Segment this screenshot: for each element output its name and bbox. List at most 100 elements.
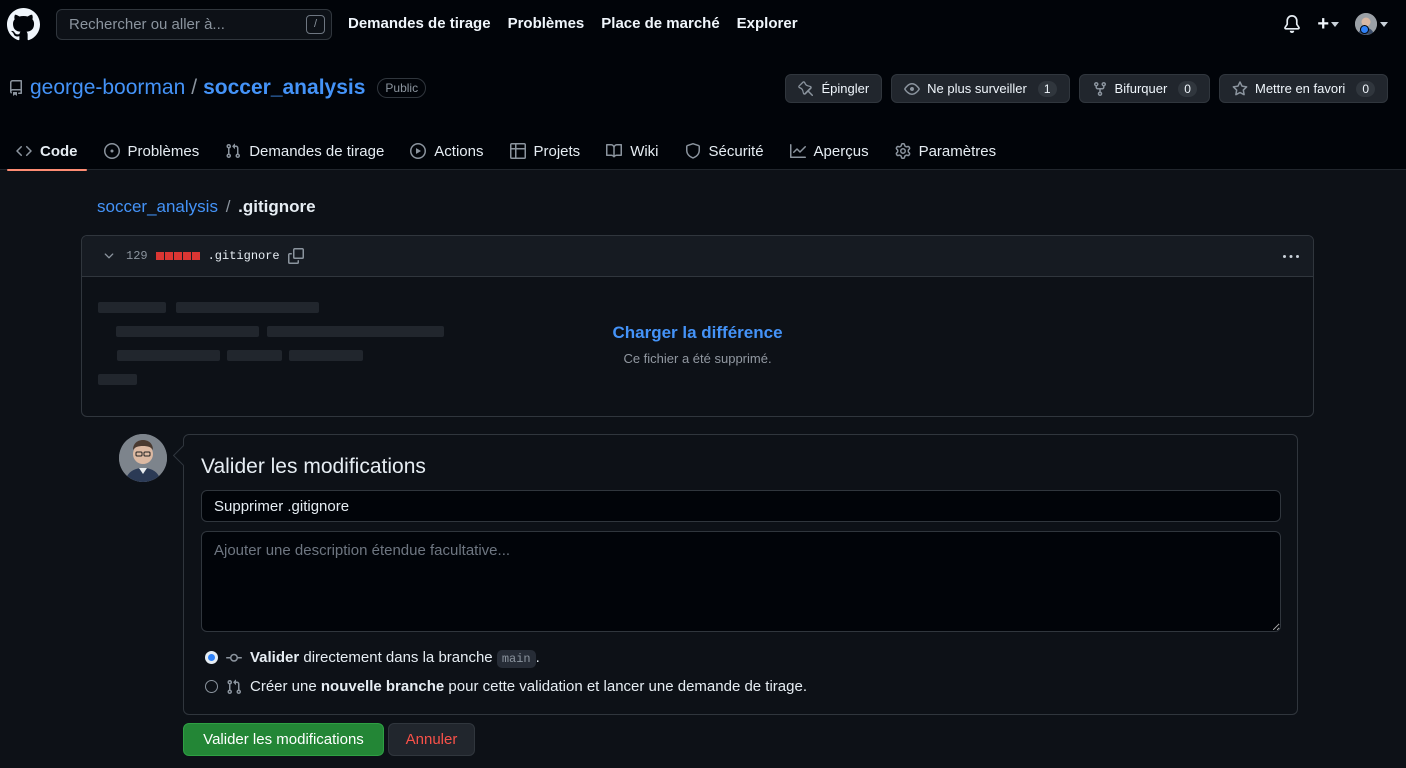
chevron-down-icon: [1380, 21, 1388, 27]
load-diff-link[interactable]: Charger la différence: [82, 323, 1313, 343]
global-header: Rechercher ou aller à... / Demandes de t…: [0, 0, 1406, 48]
diffstat-block: [155, 252, 164, 260]
cancel-button[interactable]: Annuler: [388, 723, 475, 756]
collapse-chevron-icon[interactable]: [102, 249, 116, 263]
commit-description-input[interactable]: [201, 531, 1281, 632]
kebab-horizontal-icon[interactable]: [1283, 249, 1299, 265]
tab-label: Paramètres: [918, 142, 997, 160]
tab-label: Sécurité: [708, 142, 764, 160]
new-branch-prefix: Créer une: [250, 678, 321, 695]
tab-security[interactable]: Sécurité: [676, 132, 773, 170]
tab-label: Actions: [434, 142, 484, 160]
diff-header: 129 .gitignore: [82, 236, 1313, 277]
search-input[interactable]: Rechercher ou aller à... /: [56, 9, 332, 40]
fork-label: Bifurquer: [1114, 81, 1168, 96]
git-commit-icon: [226, 650, 242, 666]
commit-summary-input[interactable]: [201, 490, 1281, 522]
avatar: [119, 434, 167, 482]
tab-insights[interactable]: Aperçus: [781, 132, 878, 170]
tab-label: Wiki: [630, 142, 659, 160]
commit-direct-strong: Valider: [250, 649, 300, 666]
repo-owner-link[interactable]: george-boorman: [30, 76, 185, 100]
repo-nav: Code Problèmes Demandes de tirage Action…: [7, 132, 1013, 171]
book-icon: [606, 143, 623, 159]
nav-issues[interactable]: Problèmes: [508, 15, 585, 32]
skeleton-line: [98, 374, 137, 385]
file-deleted-note: Ce fichier a été supprimé.: [623, 351, 772, 366]
code-icon: [16, 143, 32, 159]
tab-pull-requests[interactable]: Demandes de tirage: [216, 132, 393, 170]
plus-icon: +: [1317, 13, 1329, 35]
github-logo-icon[interactable]: [7, 8, 40, 41]
branch-name: main: [496, 650, 536, 668]
breadcrumb-separator: /: [225, 197, 231, 216]
star-label: Mettre en favori: [1254, 81, 1346, 96]
tab-label: Projets: [533, 142, 581, 160]
new-branch-radio[interactable]: [205, 680, 218, 693]
diffstat-block: [182, 252, 191, 260]
diff-body: Charger la différence Ce fichier a été s…: [82, 277, 1313, 416]
new-branch-option[interactable]: Créer une nouvelle branche pour cette va…: [205, 678, 807, 695]
commit-direct-radio[interactable]: [205, 651, 218, 664]
unwatch-label: Ne plus surveiller: [927, 81, 1027, 96]
repo-actions: Épingler Ne plus surveiller 1 Bifurquer …: [785, 74, 1388, 103]
breadcrumb: soccer_analysis / .gitignore: [97, 197, 316, 217]
new-branch-text: pour cette validation et lancer une dema…: [444, 678, 807, 695]
tab-wiki[interactable]: Wiki: [597, 132, 667, 170]
tab-actions[interactable]: Actions: [401, 132, 492, 170]
tab-label: Code: [40, 142, 78, 160]
play-icon: [410, 143, 427, 159]
new-branch-strong: nouvelle branche: [320, 678, 445, 695]
breadcrumb-repo-link[interactable]: soccer_analysis: [97, 197, 218, 216]
commit-changes-button[interactable]: Valider les modifications: [183, 723, 384, 756]
tab-settings[interactable]: Paramètres: [886, 132, 1006, 170]
tab-projects[interactable]: Projets: [501, 132, 590, 170]
diffstat-block: [173, 252, 182, 260]
notifications-bell-icon[interactable]: [1283, 15, 1301, 33]
pin-icon: [798, 80, 814, 97]
repo-title: george-boorman / soccer_analysis Public: [8, 76, 427, 100]
skeleton-line: [98, 302, 166, 313]
create-new-menu[interactable]: +: [1317, 14, 1339, 34]
visibility-badge: Public: [377, 78, 427, 98]
search-shortcut-key: /: [306, 15, 325, 34]
pin-button[interactable]: Épingler: [785, 74, 883, 103]
user-menu[interactable]: [1355, 13, 1388, 35]
repo-title-separator: /: [191, 76, 198, 99]
nav-explore[interactable]: Explorer: [737, 15, 798, 32]
commit-panel-title: Valider les modifications: [201, 455, 426, 478]
tab-label: Aperçus: [813, 142, 869, 160]
tab-label: Problèmes: [127, 142, 200, 160]
file-diff: 129 .gitignore Charger la différence Ce …: [81, 235, 1314, 417]
breadcrumb-file: .gitignore: [238, 197, 316, 216]
skeleton-line: [176, 302, 319, 313]
tab-issues[interactable]: Problèmes: [95, 132, 209, 170]
pin-label: Épingler: [821, 81, 870, 96]
repo-icon: [8, 80, 24, 96]
commit-direct-option[interactable]: Valider directement dans la branche main…: [205, 649, 540, 668]
diff-filename[interactable]: .gitignore: [208, 249, 280, 263]
graph-icon: [789, 143, 806, 159]
git-pull-request-icon: [225, 143, 241, 159]
commit-changes-panel: Valider les modifications Valider direct…: [183, 434, 1298, 715]
chevron-down-icon: [1331, 21, 1339, 27]
new-branch-label: Créer une nouvelle branche pour cette va…: [250, 678, 807, 695]
load-diff-area: Charger la différence Ce fichier a été s…: [82, 323, 1313, 366]
eye-icon: [904, 81, 920, 97]
tab-label: Demandes de tirage: [249, 142, 385, 160]
tab-code[interactable]: Code: [7, 132, 87, 171]
header-actions: +: [1283, 13, 1388, 35]
watchers-count: 1: [1037, 80, 1057, 97]
unwatch-button[interactable]: Ne plus surveiller 1: [891, 74, 1070, 103]
repository-header: george-boorman / soccer_analysis Public …: [0, 48, 1406, 171]
nav-marketplace[interactable]: Place de marché: [601, 15, 719, 32]
notification-dot-icon: [1360, 25, 1369, 34]
nav-pull-requests[interactable]: Demandes de tirage: [348, 15, 491, 32]
star-button[interactable]: Mettre en favori 0: [1218, 74, 1388, 103]
commit-direct-suffix: .: [535, 649, 540, 666]
commit-direct-label: Valider directement dans la branche main…: [250, 649, 540, 668]
fork-button[interactable]: Bifurquer 0: [1078, 74, 1210, 103]
repo-name-link[interactable]: soccer_analysis: [203, 76, 365, 100]
copy-icon[interactable]: [287, 248, 304, 264]
global-nav: Demandes de tirage Problèmes Place de ma…: [348, 15, 798, 32]
